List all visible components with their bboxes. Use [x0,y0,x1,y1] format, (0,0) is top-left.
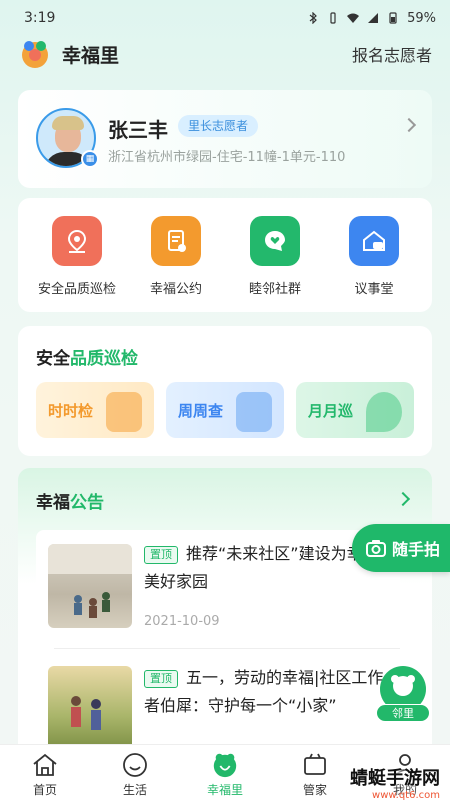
smile-icon [121,751,149,779]
tab-happiness[interactable]: 幸福里 [180,745,270,800]
tab-life[interactable]: 生活 [90,745,180,800]
neighbor-button[interactable]: 邻里 [376,666,430,722]
map-pin-icon [366,392,402,432]
tab-label: 首页 [32,783,57,797]
notice-date: 2021-10-09 [144,614,220,629]
tab-home[interactable]: 首页 [0,745,90,800]
patrol-tile-label: 时时检 [48,401,94,420]
notice-title-prefix: 幸福 [36,493,70,513]
app-name: 幸福里 [62,44,120,67]
quick-action-safety-inspection[interactable]: 安全品质巡检 [32,216,122,297]
quick-action-label: 幸福公约 [149,282,202,297]
quick-action-neighbor-community[interactable]: 睦邻社群 [230,216,320,297]
quick-action-label: 议事堂 [354,282,394,297]
brand: 幸福里 [18,37,119,71]
patrol-title: 安全品质巡检 [36,344,138,369]
app-logo-icon [22,41,48,68]
location-pin-icon [52,216,102,266]
quick-action-label: 安全品质巡检 [37,282,116,297]
house-chat-icon [349,216,399,266]
patrol-tile-weekly[interactable]: 周周查 [166,382,284,438]
patrol-tile-label: 月月巡 [308,401,354,420]
chat-heart-icon [250,216,300,266]
status-icons: 59% [307,11,436,26]
patrol-tile-realtime[interactable]: 时时检 [36,382,154,438]
notice-text: 五一，劳动的幸福|社区工作者伯犀：守护每一个“小家” [144,668,384,715]
tab-butler[interactable]: 管家 [270,745,360,800]
notice-thumbnail [48,666,132,750]
vibrate-icon [330,12,336,24]
document-icon [151,216,201,266]
status-time: 3:19 [24,10,56,26]
building-badge-icon: ▦ [81,150,99,168]
watermark-text: 蜻蜓手游网 [350,768,440,789]
butler-icon [301,751,329,779]
profile-card[interactable]: ▦ 张三丰 里长志愿者 浙江省杭州市绿园-住宅-11幢-1单元-110 [18,90,432,188]
home-icon [31,751,59,779]
battery-percent: 59% [407,10,436,26]
notice-more-chevron-icon[interactable] [395,491,411,507]
status-bar: 3:19 59% [0,0,450,36]
wifi-icon [347,13,360,23]
watermark: 蜻蜓手游网 www.qt6.com [350,764,440,800]
tab-label: 幸福里 [206,783,243,797]
neighbor-label: 邻里 [376,704,430,722]
patrol-title-prefix: 安全 [36,349,70,369]
notice-title-highlight: 公告 [70,493,104,513]
quick-action-label: 睦邻社群 [248,282,301,297]
register-volunteer-button[interactable]: 报名志愿者 [352,42,432,66]
signal-icon [368,13,379,23]
profile-address: 浙江省杭州市绿园-住宅-11幢-1单元-110 [108,150,346,165]
notice-thumbnail [48,544,132,628]
patrol-section: 安全品质巡检 时时检 周周查 月月巡 [18,326,432,456]
notice-title: 幸福公告 [36,488,104,513]
quick-photo-button[interactable]: 随手拍 [352,524,450,572]
patrol-title-highlight: 品质巡检 [70,349,138,369]
quick-action-happiness-pact[interactable]: 幸福公约 [131,216,221,297]
patrol-tile-monthly[interactable]: 月月巡 [296,382,414,438]
app-header: 幸福里 报名志愿者 [0,36,450,72]
battery-icon [389,12,397,24]
checklist-icon [106,392,142,432]
divider [54,648,400,649]
role-badge: 里长志愿者 [178,115,259,137]
chevron-right-icon[interactable] [401,117,417,133]
watermark-url: www.qt6.com [372,790,440,800]
bluetooth-icon [309,12,317,24]
shield-search-icon [236,392,272,432]
quick-action-council[interactable]: 议事堂 [329,216,419,297]
tab-label: 管家 [302,783,327,797]
quick-actions: 安全品质巡检 幸福公约 睦邻社群 议事堂 [18,198,432,312]
notice-item[interactable]: 置顶 推荐“未来社区”建设为幸福美好家园 2021-10-09 [36,530,400,646]
notice-section: 幸福公告 置顶 推荐“未来社区”建设为幸福美好家园 2021-10-09 置顶 … [18,468,432,759]
quick-photo-label: 随手拍 [392,540,441,559]
logo-icon [211,751,239,779]
profile-name: 张三丰 [108,118,168,142]
tab-label: 生活 [122,783,147,797]
notice-item[interactable]: 置顶 五一，劳动的幸福|社区工作者伯犀：守护每一个“小家” 2021-10-09 [36,654,400,759]
camera-icon [366,540,386,557]
patrol-tile-label: 周周查 [178,401,224,420]
